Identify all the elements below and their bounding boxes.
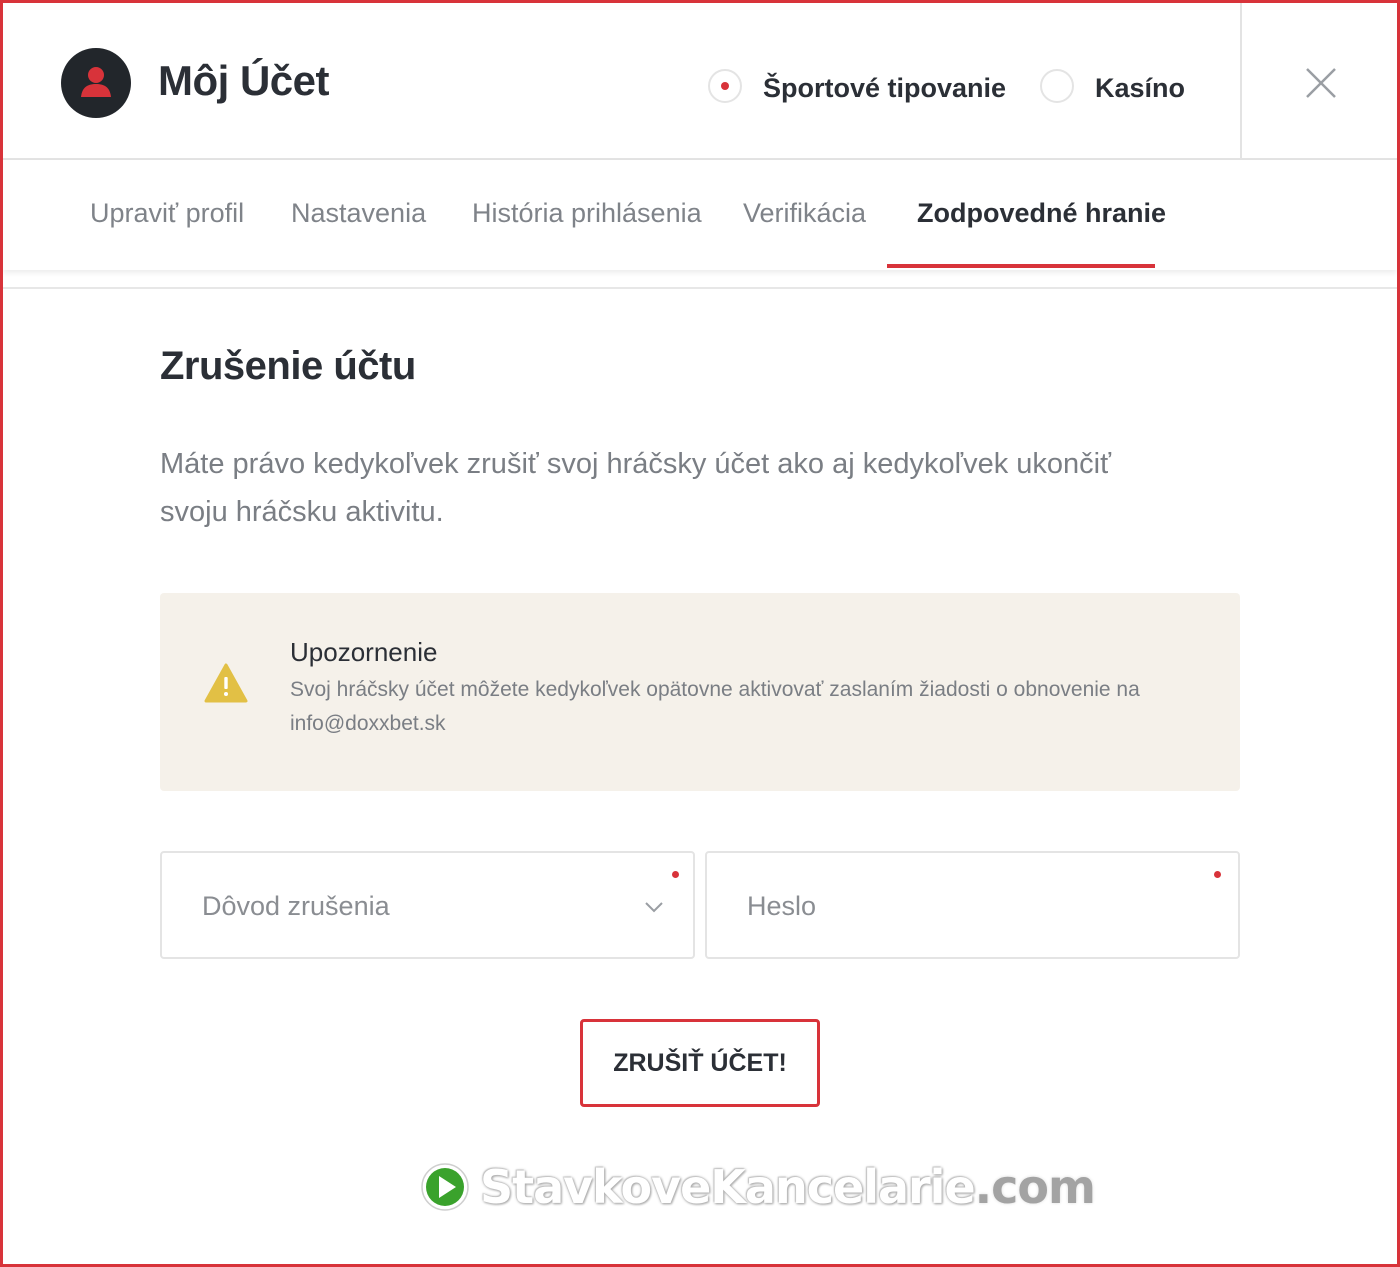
watermark-tld: .com (974, 1160, 1096, 1214)
watermark-text: StavkoveKancelarie.com (480, 1160, 1096, 1214)
account-tabs: Upraviť profil Nastavenia História prihl… (3, 160, 1397, 270)
user-icon (81, 67, 111, 97)
header-divider (1240, 3, 1242, 160)
warning-alert: Upozornenie Svoj hráčsky účet môžete ked… (160, 593, 1240, 791)
reason-select[interactable]: Dôvod zrušenia (160, 851, 695, 959)
chevron-down-icon (645, 902, 663, 913)
cancel-account-button[interactable]: ZRUŠIŤ ÚČET! (580, 1019, 820, 1107)
radio-label-casino[interactable]: Kasíno (1095, 73, 1185, 104)
alert-title: Upozornenie (290, 637, 438, 667)
user-avatar (61, 48, 131, 118)
tab-verification[interactable]: Verifikácia (743, 198, 866, 229)
required-indicator (672, 871, 679, 878)
tab-login-history[interactable]: História prihlásenia (472, 198, 702, 229)
page-title: Môj Účet (158, 57, 330, 104)
section-description: Máte právo kedykoľvek zrušiť svoj hráčsk… (160, 448, 1111, 528)
section-title: Zrušenie účtu (160, 344, 416, 388)
tab-responsible-gaming[interactable]: Zodpovedné hranie (917, 198, 1166, 229)
close-button[interactable] (1301, 63, 1341, 103)
tab-settings[interactable]: Nastavenia (291, 198, 426, 229)
close-icon (1306, 68, 1336, 98)
alert-text: Svoj hráčsky účet môžete kedykoľvek opät… (290, 678, 1140, 735)
radio-sports-betting[interactable] (708, 69, 742, 103)
required-indicator (1214, 871, 1221, 878)
radio-selected-dot (721, 82, 729, 90)
tab-edit-profile[interactable]: Upraviť profil (90, 198, 244, 229)
active-tab-indicator (887, 264, 1155, 268)
warning-icon (204, 663, 248, 708)
password-field[interactable]: Heslo (705, 851, 1240, 959)
play-icon (421, 1163, 469, 1211)
account-header: Môj Účet Športové tipovanie Kasíno (3, 3, 1397, 160)
radio-casino[interactable] (1040, 69, 1074, 103)
watermark-main: StavkoveKancelarie (480, 1160, 976, 1214)
password-field-placeholder: Heslo (747, 891, 817, 921)
reason-select-placeholder: Dôvod zrušenia (202, 891, 390, 921)
radio-label-sports-betting[interactable]: Športové tipovanie (763, 73, 1006, 104)
content-divider (3, 287, 1397, 289)
